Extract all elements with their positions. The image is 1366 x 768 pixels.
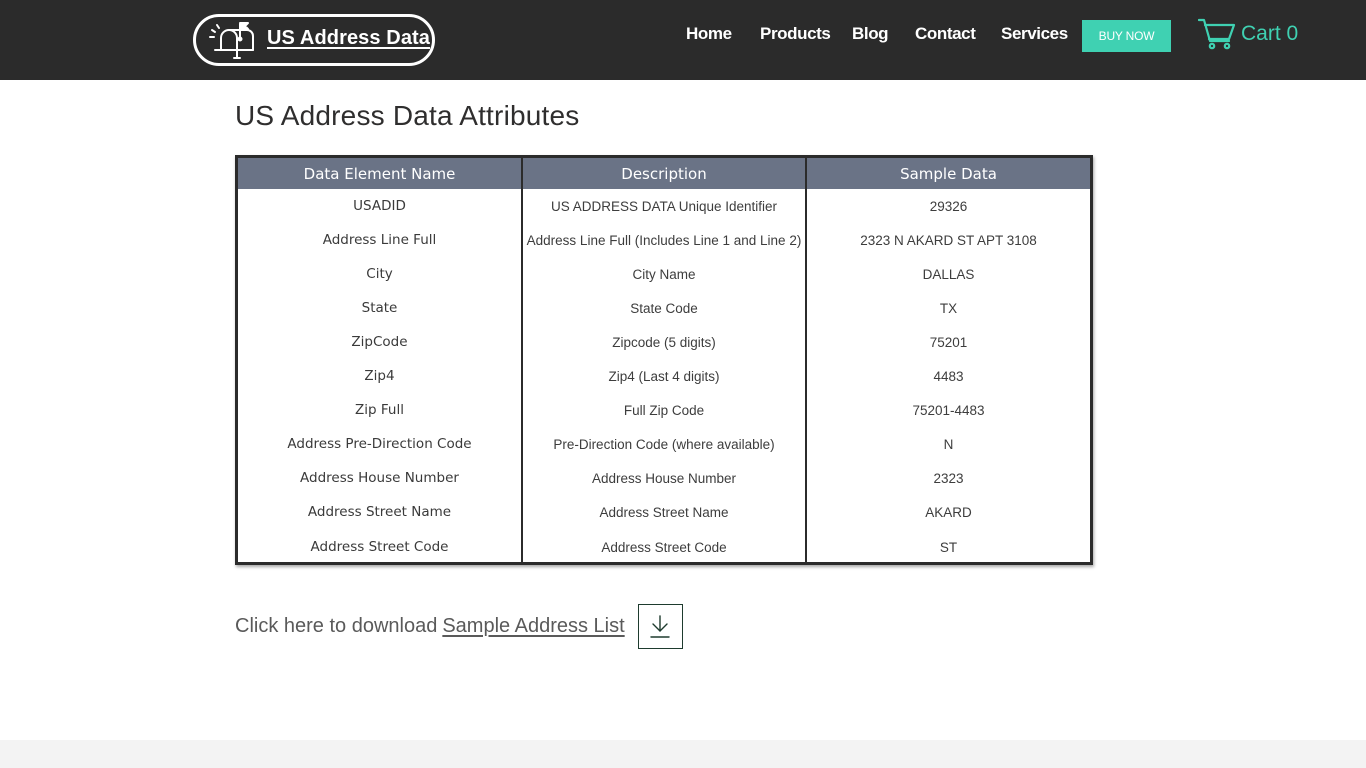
cart-label: Cart 0 [1241, 22, 1299, 45]
download-prefix-text: Click here to download [235, 615, 438, 637]
cell-description: Address House Number [522, 461, 807, 495]
cell-description: Address Line Full (Includes Line 1 and L… [522, 223, 807, 257]
cart-button[interactable]: Cart 0 [1198, 18, 1298, 50]
logo-link[interactable]: US Address Data [193, 14, 435, 66]
page-title: US Address Data Attributes [235, 100, 580, 131]
cell-description: US ADDRESS DATA Unique Identifier [522, 189, 807, 223]
table-row: ZipCode Zipcode (5 digits) 75201 [238, 325, 1090, 359]
nav-services[interactable]: Services [1001, 24, 1068, 44]
table-body: USADID US ADDRESS DATA Unique Identifier 2… [238, 189, 1090, 565]
cell-element-name: Zip4 [238, 359, 523, 393]
download-icon [650, 614, 670, 638]
nav-contact[interactable]: Contact [915, 24, 976, 44]
cell-description: Zip4 (Last 4 digits) [522, 359, 807, 393]
site-header: US Address Data Home Products Blog Conta… [0, 0, 1366, 80]
table-header-row: Data Element Name Description Sample Dat… [238, 158, 1090, 189]
nav-blog[interactable]: Blog [852, 24, 889, 44]
mailbox-icon [209, 22, 254, 59]
cell-element-name: City [238, 257, 523, 291]
cell-description: Zipcode (5 digits) [522, 325, 807, 359]
cell-sample-data: AKARD [925, 504, 972, 520]
table-row: Address House Number Address House Number… [238, 461, 1090, 495]
cell-description: Full Zip Code [522, 393, 807, 427]
sample-address-list-link[interactable]: Sample Address List [442, 615, 624, 638]
cell-sample-data: TX [939, 300, 958, 316]
table-row: Address Pre-Direction Code Pre-Direction … [238, 427, 1090, 461]
cart-icon [1198, 18, 1236, 50]
table-row: Address Street Name Address Street Name AK… [238, 495, 1090, 529]
cell-sample-data: N [943, 436, 954, 452]
logo-text: US Address Data [267, 27, 431, 49]
cell-element-name: Address Pre-Direction Code [238, 427, 523, 461]
nav-home[interactable]: Home [686, 24, 732, 44]
cell-element-name: Address Street Code [238, 529, 523, 565]
table-row: Address Line Full Address Line Full (Incl… [238, 223, 1090, 257]
cell-sample-data: 2323 [933, 470, 964, 486]
cart-count: 0 [1286, 22, 1299, 45]
download-section: Click here to download Sample Address Li… [235, 604, 683, 649]
attributes-table: Data Element Name Description Sample Dat… [235, 155, 1093, 565]
cell-description: Address Street Name [522, 495, 807, 529]
table-row: City City Name DALLAS [238, 257, 1090, 291]
cell-element-name: Address House Number [238, 461, 523, 495]
cell-sample-data: ST [939, 539, 958, 555]
table-row: USADID US ADDRESS DATA Unique Identifier 2… [238, 189, 1090, 223]
cell-sample-data: 75201 [929, 334, 968, 350]
cell-element-name: USADID [238, 189, 523, 223]
cell-sample-data: 4483 [933, 368, 964, 384]
table-row: Zip Full Full Zip Code 75201-4483 [238, 393, 1090, 427]
cell-sample-data: DALLAS [922, 266, 975, 282]
cell-description: Address Street Code [522, 529, 807, 565]
column-header-description: Description [522, 158, 807, 189]
cell-description: City Name [522, 257, 807, 291]
nav-products[interactable]: Products [760, 24, 831, 44]
cell-element-name: State [238, 291, 523, 325]
buy-now-button[interactable]: BUY NOW [1082, 20, 1171, 52]
table-row: Address Street Code Address Street Code ST [238, 529, 1090, 565]
cell-sample-data: 29326 [929, 198, 968, 214]
column-header-sample: Sample Data [806, 158, 1090, 189]
cell-element-name: Address Line Full [238, 223, 523, 257]
cell-element-name: ZipCode [238, 325, 523, 359]
cell-sample-data: 75201-4483 [912, 402, 985, 418]
table-row: Zip4 Zip4 (Last 4 digits) 4483 [238, 359, 1090, 393]
cell-element-name: Address Street Name [238, 495, 523, 529]
cell-sample-data: 2323 N AKARD ST APT 3108 [860, 232, 1037, 248]
column-header-name: Data Element Name [238, 158, 523, 189]
cell-element-name: Zip Full [238, 393, 523, 427]
page-footer [0, 740, 1366, 768]
download-button[interactable] [637, 604, 683, 649]
table-row: State State Code TX [238, 291, 1090, 325]
cell-description: State Code [522, 291, 807, 325]
cell-description: Pre-Direction Code (where available) [522, 427, 807, 461]
